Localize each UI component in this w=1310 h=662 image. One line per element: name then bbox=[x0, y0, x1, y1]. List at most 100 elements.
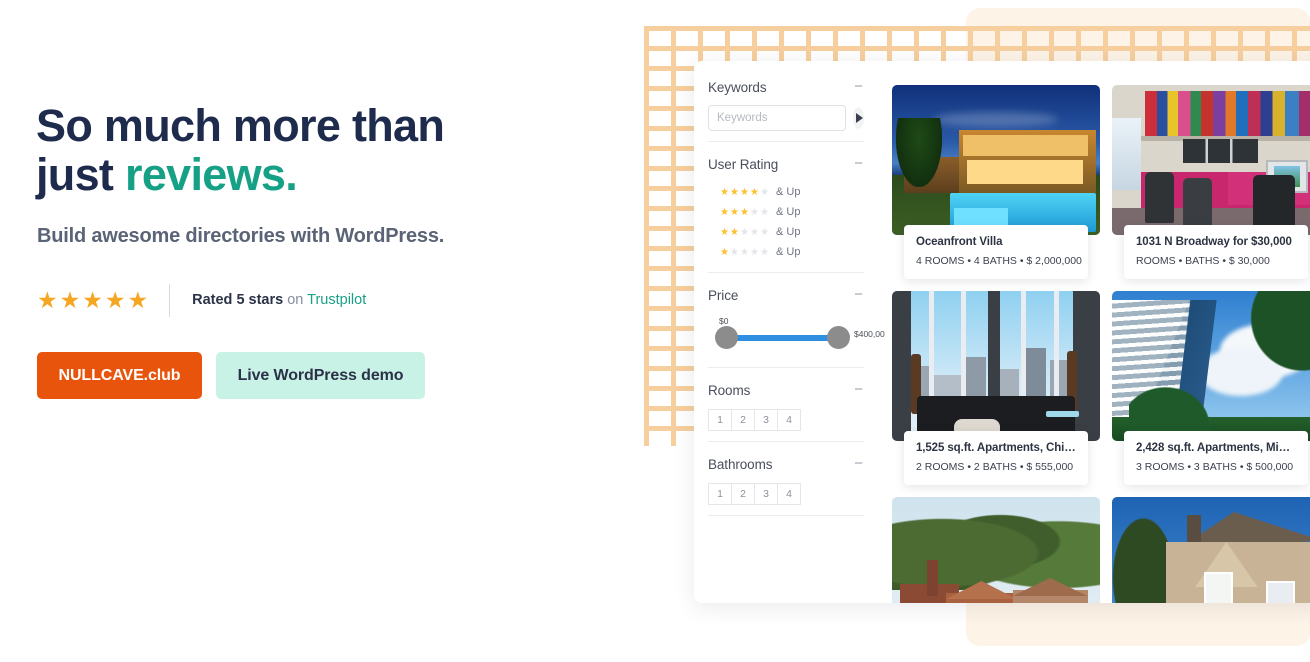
listing-card[interactable]: Oceanfront Villa 4 ROOMS • 4 BATHS • $ 2… bbox=[892, 85, 1100, 235]
star-outline-icon: ★ bbox=[740, 248, 749, 257]
app-mockup-section: Keywords − User Rating − bbox=[636, 0, 1310, 662]
listing-grid: Oceanfront Villa 4 ROOMS • 4 BATHS • $ 2… bbox=[892, 85, 1310, 603]
star-outline-icon: ★ bbox=[730, 248, 739, 257]
listing-card[interactable]: 1,525 sq.ft. Apartments, Chic… 2 ROOMS •… bbox=[892, 291, 1100, 441]
star-icon: ★ bbox=[730, 228, 739, 237]
rating-label: Rated 5 stars bbox=[192, 292, 283, 308]
mini-star-group: ★ ★ ★ ★ ★ bbox=[720, 228, 769, 237]
trustpilot-rating: ★ ★ ★ ★ ★ Rated 5 stars on Trustpilot bbox=[37, 283, 366, 317]
listing-card[interactable]: 2,428 sq.ft. Apartments, Mia… 3 ROOMS • … bbox=[1112, 291, 1310, 441]
price-range-slider[interactable]: $0 $400,00 bbox=[708, 317, 864, 357]
star-icon: ★ bbox=[82, 289, 103, 312]
keywords-submit-button[interactable] bbox=[853, 107, 864, 129]
star-icon: ★ bbox=[730, 208, 739, 217]
listing-meta: ROOMS • BATHS • $ 30,000 bbox=[1136, 255, 1296, 267]
star-icon: ★ bbox=[740, 188, 749, 197]
filter-header-rooms[interactable]: Rooms − bbox=[708, 378, 864, 402]
hero-title-line-1: So much more than bbox=[36, 100, 444, 151]
star-outline-icon: ★ bbox=[760, 188, 769, 197]
nullcave-club-button[interactable]: NULLCAVE.club bbox=[37, 352, 202, 399]
rooms-option[interactable]: 1 bbox=[708, 409, 732, 431]
keywords-input[interactable] bbox=[708, 105, 846, 131]
mini-star-group: ★ ★ ★ ★ ★ bbox=[720, 248, 769, 257]
rating-option-label: & Up bbox=[776, 186, 800, 198]
listing-card[interactable] bbox=[1112, 497, 1310, 603]
filter-sidebar: Keywords − User Rating − bbox=[694, 61, 880, 603]
divider bbox=[708, 367, 864, 368]
listing-info: 1031 N Broadway for $30,000 ROOMS • BATH… bbox=[1124, 225, 1308, 279]
rating-filter-option[interactable]: ★ ★ ★ ★ ★ & Up bbox=[720, 242, 864, 262]
listing-card[interactable] bbox=[892, 497, 1100, 603]
listing-card[interactable]: 1031 N Broadway for $30,000 ROOMS • BATH… bbox=[1112, 85, 1310, 235]
bathrooms-option[interactable]: 2 bbox=[731, 483, 755, 505]
bathrooms-option[interactable]: 1 bbox=[708, 483, 732, 505]
listing-image-oceanfront-villa bbox=[892, 85, 1100, 235]
minus-icon[interactable]: − bbox=[854, 385, 864, 395]
filter-title-keywords: Keywords bbox=[708, 80, 766, 95]
minus-icon[interactable]: − bbox=[854, 82, 864, 92]
listing-image-suburban-house bbox=[1112, 497, 1310, 603]
star-icon: ★ bbox=[720, 228, 729, 237]
listing-image-chicago-apartment bbox=[892, 291, 1100, 441]
rooms-option[interactable]: 2 bbox=[731, 409, 755, 431]
listing-title: Oceanfront Villa bbox=[916, 236, 1076, 248]
rating-option-label: & Up bbox=[776, 206, 800, 218]
photo-suburban-house bbox=[1112, 497, 1310, 603]
rating-filter-option[interactable]: ★ ★ ★ ★ ★ & Up bbox=[720, 222, 864, 242]
filter-group-user-rating: User Rating − ★ ★ ★ ★ ★ & Up bbox=[708, 152, 864, 283]
mini-star-group: ★ ★ ★ ★ ★ bbox=[720, 208, 769, 217]
slider-handle-min[interactable] bbox=[715, 326, 738, 349]
bathrooms-option[interactable]: 4 bbox=[777, 483, 801, 505]
star-outline-icon: ★ bbox=[740, 228, 749, 237]
star-outline-icon: ★ bbox=[760, 208, 769, 217]
listing-title: 1,525 sq.ft. Apartments, Chic… bbox=[916, 442, 1076, 454]
photo-city-apartment bbox=[892, 291, 1100, 441]
hero-title-line-2-plain: just bbox=[36, 149, 125, 200]
filter-title-bathrooms: Bathrooms bbox=[708, 457, 772, 472]
minus-icon[interactable]: − bbox=[854, 290, 864, 300]
listing-title: 2,428 sq.ft. Apartments, Mia… bbox=[1136, 442, 1296, 454]
bathrooms-option-group: 1 2 3 4 bbox=[708, 483, 864, 505]
slider-track bbox=[726, 335, 842, 341]
star-outline-icon: ★ bbox=[760, 228, 769, 237]
star-icon: ★ bbox=[740, 208, 749, 217]
divider bbox=[708, 272, 864, 273]
star-icon: ★ bbox=[37, 289, 58, 312]
filter-title-price: Price bbox=[708, 288, 738, 303]
bathrooms-option[interactable]: 3 bbox=[754, 483, 778, 505]
star-outline-icon: ★ bbox=[760, 248, 769, 257]
star-outline-icon: ★ bbox=[750, 228, 759, 237]
listing-image-brick-houses bbox=[892, 497, 1100, 603]
hero-section: So much more than just reviews. Build aw… bbox=[36, 0, 596, 662]
filter-header-bathrooms[interactable]: Bathrooms − bbox=[708, 452, 864, 476]
filter-group-bathrooms: Bathrooms − 1 2 3 4 bbox=[708, 452, 864, 526]
photo-brick-houses bbox=[892, 497, 1100, 603]
minus-icon[interactable]: − bbox=[854, 459, 864, 469]
star-icon: ★ bbox=[128, 289, 149, 312]
filter-title-rooms: Rooms bbox=[708, 383, 750, 398]
rating-on-word: on bbox=[283, 292, 307, 308]
filter-header-user-rating[interactable]: User Rating − bbox=[708, 152, 864, 176]
directory-app-panel: Keywords − User Rating − bbox=[694, 61, 1310, 603]
trustpilot-link[interactable]: Trustpilot bbox=[307, 292, 366, 308]
rooms-option[interactable]: 4 bbox=[777, 409, 801, 431]
listing-info: Oceanfront Villa 4 ROOMS • 4 BATHS • $ 2… bbox=[904, 225, 1088, 279]
listing-meta: 3 ROOMS • 3 BATHS • $ 500,000 bbox=[1136, 461, 1296, 473]
star-outline-icon: ★ bbox=[750, 248, 759, 257]
rooms-option[interactable]: 3 bbox=[754, 409, 778, 431]
rating-filter-option[interactable]: ★ ★ ★ ★ ★ & Up bbox=[720, 182, 864, 202]
page-title: So much more than just reviews. bbox=[36, 101, 444, 199]
rating-filter-option[interactable]: ★ ★ ★ ★ ★ & Up bbox=[720, 202, 864, 222]
live-wordpress-demo-button[interactable]: Live WordPress demo bbox=[216, 352, 425, 399]
slider-handle-max[interactable] bbox=[827, 326, 850, 349]
star-rating-display: ★ ★ ★ ★ ★ bbox=[37, 289, 148, 312]
listing-image-miami-apartment bbox=[1112, 291, 1310, 441]
filter-header-price[interactable]: Price − bbox=[708, 283, 864, 307]
listing-meta: 2 ROOMS • 2 BATHS • $ 555,000 bbox=[916, 461, 1076, 473]
filter-header-keywords[interactable]: Keywords − bbox=[708, 75, 864, 99]
minus-icon[interactable]: − bbox=[854, 159, 864, 169]
photo-highrise-tower bbox=[1112, 291, 1310, 441]
vertical-divider bbox=[169, 284, 170, 317]
photo-computer-shop bbox=[1112, 85, 1310, 235]
filter-group-keywords: Keywords − bbox=[708, 75, 864, 152]
